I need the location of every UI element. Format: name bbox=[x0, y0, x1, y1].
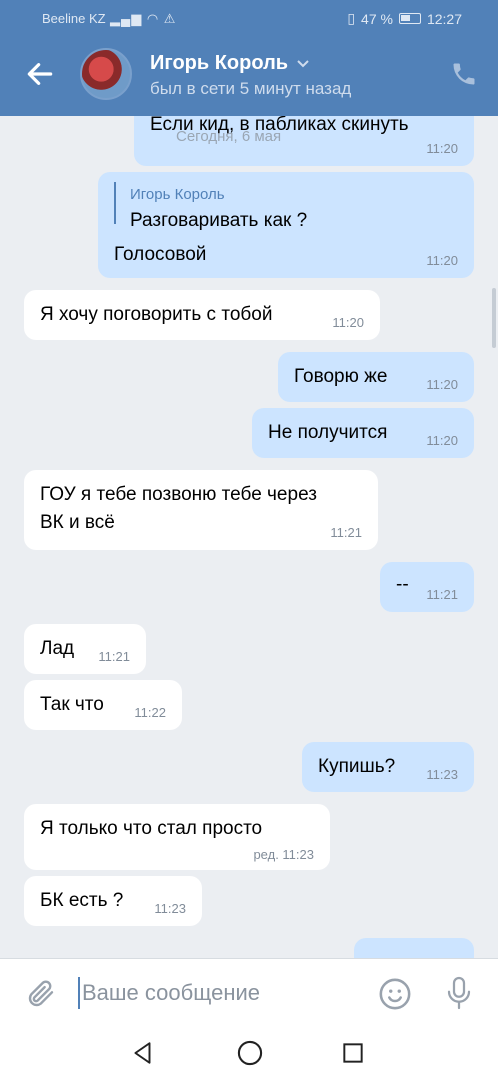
microphone-icon[interactable] bbox=[444, 975, 474, 1011]
nav-recent-icon[interactable] bbox=[340, 1040, 366, 1066]
scrollbar[interactable] bbox=[492, 288, 496, 348]
message-input[interactable] bbox=[78, 977, 358, 1009]
quote-text: Разговаривать как ? bbox=[130, 210, 308, 231]
message-time: 11:21 bbox=[426, 587, 458, 602]
message-text-line: ВК и всё bbox=[40, 512, 115, 533]
message-time: ред. 11:23 bbox=[253, 847, 314, 862]
message-text: Так что bbox=[40, 694, 104, 715]
message-text-line: ГОУ я тебе позвоню тебе через bbox=[40, 484, 317, 505]
battery-icon bbox=[398, 13, 421, 24]
signal-icon: ▂▄▆ ◠ ⚠ bbox=[110, 11, 177, 26]
status-bar: Beeline KZ ▂▄▆ ◠ ⚠ ▯ 47 % 12:27 bbox=[0, 0, 498, 36]
contact-name[interactable]: Игорь Король bbox=[150, 52, 310, 75]
message-bubble-outgoing[interactable]: Игорь Король Разговаривать как ? Голосов… bbox=[98, 172, 474, 278]
nav-back-icon[interactable] bbox=[130, 1040, 156, 1066]
message-time: 11:23 bbox=[426, 767, 458, 782]
message-bubble-incoming[interactable]: Я хочу поговорить с тобой 11:20 bbox=[24, 290, 380, 340]
message-text: -- bbox=[396, 574, 409, 595]
back-arrow-icon[interactable] bbox=[24, 58, 56, 90]
message-text: Лад bbox=[40, 638, 75, 659]
message-time: 11:20 bbox=[426, 433, 458, 448]
date-separator: Сегодня, 6 мая bbox=[176, 128, 282, 145]
clock: 12:27 bbox=[426, 10, 462, 27]
message-bubble-incoming[interactable]: БК есть ? 11:23 bbox=[24, 876, 202, 926]
message-text: БК есть ? bbox=[40, 890, 124, 911]
message-time: 11:20 bbox=[426, 377, 458, 392]
message-bubble-outgoing[interactable]: Не получится 11:20 bbox=[252, 408, 474, 458]
message-bubble-outgoing[interactable] bbox=[354, 938, 474, 958]
chat-header: Игорь Король был в сети 5 минут назад bbox=[0, 36, 498, 116]
last-seen-status: был в сети 5 минут назад bbox=[150, 79, 352, 98]
message-time: 11:21 bbox=[330, 525, 362, 540]
paperclip-icon[interactable] bbox=[24, 977, 56, 1009]
smile-icon[interactable] bbox=[378, 977, 412, 1011]
message-bubble-outgoing[interactable]: Купишь? 11:23 bbox=[302, 742, 474, 792]
message-text: Голосовой bbox=[114, 244, 207, 265]
chevron-down-icon bbox=[297, 59, 309, 67]
quote-bar bbox=[114, 182, 116, 224]
vibrate-icon: ▯ bbox=[347, 10, 356, 26]
message-bubble-incoming[interactable]: Так что 11:22 bbox=[24, 680, 182, 730]
nav-home-icon[interactable] bbox=[236, 1039, 264, 1067]
message-list[interactable]: Если кид, в пабликах скинуть 11:20 Сегод… bbox=[0, 116, 498, 958]
message-text: Я только что стал просто bbox=[40, 818, 263, 839]
avatar[interactable] bbox=[80, 48, 132, 100]
message-text: Не получится bbox=[268, 422, 388, 443]
carrier-label: Beeline KZ bbox=[42, 11, 106, 26]
contact-name-label: Игорь Король bbox=[150, 52, 289, 74]
message-bubble-outgoing[interactable]: Говорю же 11:20 bbox=[278, 352, 474, 402]
message-text: Купишь? bbox=[318, 756, 396, 777]
message-time: 11:23 bbox=[154, 901, 186, 916]
message-composer bbox=[0, 958, 498, 1026]
message-time: 11:20 bbox=[426, 253, 458, 268]
quote-author: Игорь Король bbox=[130, 186, 225, 203]
message-bubble-incoming[interactable]: Лад 11:21 bbox=[24, 624, 146, 674]
message-time: 11:22 bbox=[134, 705, 166, 720]
message-text: Говорю же bbox=[294, 366, 388, 387]
message-time: 11:21 bbox=[98, 649, 130, 664]
message-bubble-incoming[interactable]: Я только что стал просто ред. 11:23 bbox=[24, 804, 330, 870]
message-time: 11:20 bbox=[426, 141, 458, 156]
phone-icon[interactable] bbox=[450, 60, 478, 88]
system-navigation-bar bbox=[0, 1026, 498, 1080]
message-bubble-outgoing[interactable]: -- 11:21 bbox=[380, 562, 474, 612]
message-text: Я хочу поговорить с тобой bbox=[40, 304, 273, 325]
message-time: 11:20 bbox=[332, 315, 364, 330]
message-bubble-incoming[interactable]: ГОУ я тебе позвоню тебе через ВК и всё 1… bbox=[24, 470, 378, 550]
battery-percent: 47 % bbox=[361, 10, 393, 27]
